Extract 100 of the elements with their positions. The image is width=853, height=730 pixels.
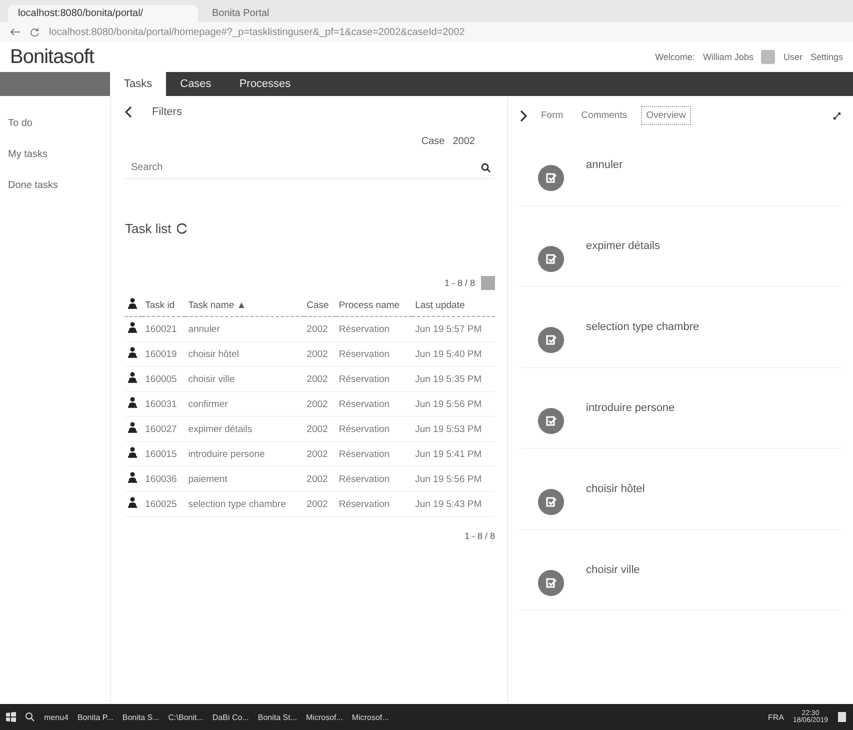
table-cell: 160031: [142, 392, 186, 416]
table-cell: Jun 19 5:57 PM: [412, 316, 495, 342]
table-cell[interactable]: confirmer: [185, 392, 304, 416]
table-cell: 2002: [304, 366, 336, 392]
timeline-task-name: choisir hôtel: [586, 483, 645, 495]
table-cell[interactable]: expimer détails: [185, 416, 304, 442]
refresh-icon[interactable]: [177, 223, 188, 234]
filters-title: Filters: [152, 106, 182, 118]
table-cell: 160019: [142, 342, 186, 366]
detail-tab[interactable]: Comments: [577, 107, 632, 124]
table-cell: 2002: [304, 392, 336, 416]
search-icon[interactable]: [25, 712, 35, 722]
taskbar-item[interactable]: Bonita P...: [77, 712, 114, 722]
table-cell: Réservation: [336, 492, 412, 516]
fullscreen-icon[interactable]: [833, 112, 841, 120]
back-icon[interactable]: [10, 28, 20, 36]
person-icon: [128, 347, 137, 358]
detail-tab[interactable]: Form: [537, 107, 568, 124]
browser-tab[interactable]: Bonita Portal: [202, 5, 392, 22]
table-cell: 160027: [142, 416, 186, 442]
person-icon: [128, 322, 137, 333]
task-icon: [538, 570, 564, 596]
nav-tab[interactable]: Processes: [225, 72, 305, 96]
table-cell: Réservation: [336, 392, 412, 416]
welcome-label: Welcome:: [655, 52, 695, 62]
detail-tab[interactable]: Overview: [641, 106, 691, 125]
table-cell: 2002: [304, 492, 336, 516]
app-switcher[interactable]: User: [783, 52, 802, 62]
table-cell: Réservation: [336, 466, 412, 492]
settings-link[interactable]: Settings: [810, 52, 843, 62]
person-icon: [128, 472, 137, 483]
table-cell[interactable]: introduire persone: [185, 442, 304, 466]
sidebar-item[interactable]: Done tasks: [0, 178, 110, 193]
table-cell: 2002: [304, 466, 336, 492]
table-cell[interactable]: choisir hôtel: [185, 342, 304, 366]
assignee-header-icon: [128, 298, 137, 309]
timeline-task-name: choisir ville: [586, 564, 640, 576]
person-icon: [128, 372, 137, 383]
table-cell: 2002: [304, 442, 336, 466]
person-icon: [128, 397, 137, 408]
timeline-task-name: introduire persone: [586, 402, 675, 414]
table-cell[interactable]: annuler: [185, 316, 304, 342]
column-header[interactable]: Case: [306, 300, 329, 310]
user-name-menu[interactable]: William Jobs: [702, 52, 754, 62]
taskbar-item[interactable]: Bonita S...: [122, 712, 160, 722]
taskbar-item[interactable]: DaBi Co...: [212, 712, 249, 722]
collapse-icon[interactable]: [125, 106, 132, 118]
taskbar-item[interactable]: Bonita St...: [258, 712, 298, 722]
task-icon: [538, 246, 564, 272]
table-cell: Réservation: [336, 366, 412, 392]
taskbar-item[interactable]: C:\Bonit...: [168, 712, 204, 722]
table-cell: 160015: [142, 442, 186, 466]
pager-label: 1 - 8 / 8: [444, 278, 475, 288]
task-icon: [538, 408, 564, 434]
pager-label: 1 - 8 / 8: [464, 531, 495, 541]
table-cell: 160025: [142, 492, 186, 516]
table-cell: Jun 19 5:56 PM: [412, 466, 495, 492]
person-icon: [128, 422, 137, 433]
table-cell: 2002: [304, 342, 336, 366]
task-icon: [538, 489, 564, 515]
notification-icon[interactable]: [837, 711, 847, 723]
table-cell[interactable]: selection type chambre: [185, 492, 304, 516]
nav-tab[interactable]: Tasks: [110, 72, 166, 96]
person-icon: [128, 447, 137, 458]
reload-icon[interactable]: [30, 28, 39, 36]
column-header[interactable]: Task name: [188, 300, 234, 310]
column-header[interactable]: Process name: [338, 300, 400, 310]
table-cell: Jun 19 5:40 PM: [412, 342, 495, 366]
person-icon: [128, 497, 137, 508]
column-header[interactable]: Last update: [415, 300, 465, 310]
table-cell: Jun 19 5:56 PM: [412, 392, 495, 416]
sidebar-item[interactable]: To do: [0, 116, 110, 131]
table-cell: 160021: [142, 316, 186, 342]
search-icon[interactable]: [481, 162, 491, 172]
table-cell: 160036: [142, 466, 186, 492]
task-icon: [538, 165, 564, 191]
table-cell[interactable]: paiement: [185, 466, 304, 492]
expand-icon[interactable]: [520, 110, 527, 122]
table-cell: Réservation: [336, 442, 412, 466]
column-header[interactable]: Task id: [145, 300, 175, 310]
case-label: Case: [421, 136, 445, 147]
table-cell: Jun 19 5:41 PM: [412, 442, 495, 466]
start-icon[interactable]: [6, 712, 16, 722]
sort-indicator[interactable]: ▲: [236, 300, 246, 310]
task-icon: [538, 327, 564, 353]
nav-tab[interactable]: Cases: [166, 72, 226, 96]
table-cell: Réservation: [336, 316, 412, 342]
table-cell[interactable]: choisir ville: [185, 366, 304, 392]
timeline-task-name: selection type chambre: [586, 321, 700, 333]
browser-tab[interactable]: localhost:8080/bonita/portal/: [8, 5, 198, 22]
table-cell: Jun 19 5:53 PM: [412, 416, 495, 442]
taskbar-item[interactable]: menu4: [44, 712, 68, 722]
table-cell: 2002: [304, 316, 336, 342]
table-cell: Réservation: [336, 416, 412, 442]
app-logo: Bonitasoft: [10, 46, 94, 68]
taskbar-item[interactable]: Microsof...: [352, 712, 389, 722]
language-indicator: FRA: [768, 712, 784, 722]
sidebar-item[interactable]: My tasks: [0, 147, 110, 162]
table-cell: Réservation: [336, 342, 412, 366]
taskbar-item[interactable]: Microsof...: [306, 712, 343, 722]
